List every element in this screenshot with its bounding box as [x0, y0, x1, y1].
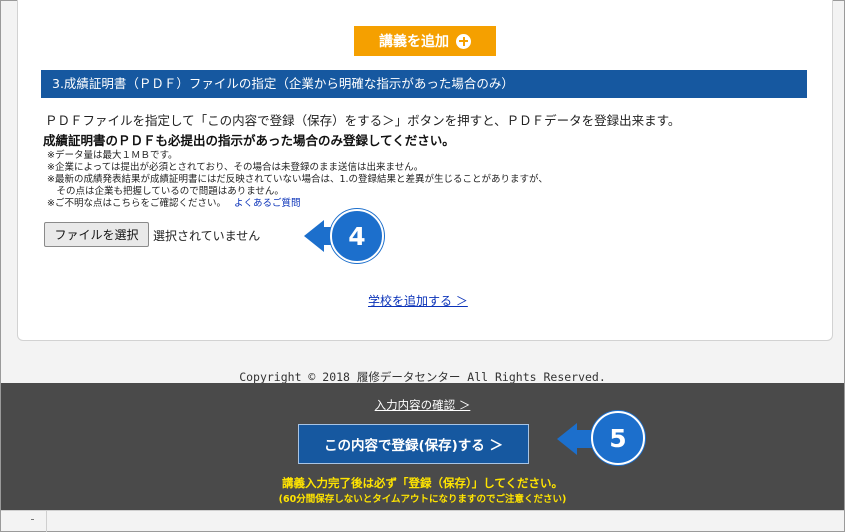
pdf-instruction-text: ＰＤＦファイルを指定して「この内容で登録（保存）をする＞」ボタンを押すと、ＰＤＦ…: [45, 113, 681, 128]
pdf-required-note: 成績証明書のＰＤＦも必提出の指示があった場合のみ登録してください。: [43, 133, 455, 148]
step-number-badge: 4: [330, 209, 384, 263]
step-4-callout: 4: [300, 208, 390, 266]
note-line: その点は企業も把握しているので問題はありません。: [47, 186, 284, 197]
note-text: ※ご不明な点はこちらをご確認ください。: [47, 198, 226, 209]
bottom-strip: [1, 510, 844, 532]
note-line: ※最新の成績発表結果が成績証明書にはだ反映されていない場合は、1.の登録結果と差…: [47, 174, 548, 185]
add-school-link[interactable]: 学校を追加する ＞: [368, 292, 468, 309]
file-status-text: 選択されていません: [153, 229, 261, 243]
timeout-warning: (60分間保存しないとタイムアウトになりますのでご注意ください): [278, 494, 567, 505]
register-save-button[interactable]: この内容で登録(保存)する ＞: [298, 424, 529, 464]
bottom-tick: [31, 519, 34, 520]
step-5-callout: 5: [555, 410, 650, 468]
bottom-divider: [46, 511, 47, 532]
faq-link[interactable]: よくあるご質問: [234, 198, 301, 209]
section-header: 3.成績証明書（ＰＤＦ）ファイルの指定（企業から明確な指示があった場合のみ）: [41, 70, 807, 98]
add-lecture-label: 講義を追加: [379, 34, 449, 50]
add-lecture-button[interactable]: 講義を追加: [354, 26, 496, 56]
note-line: ※データ量は最大１ＭＢです。: [47, 150, 178, 161]
plus-circle-icon: [456, 33, 471, 49]
note-line-with-link: ※ご不明な点はこちらをご確認ください。 よくあるご質問: [47, 198, 300, 210]
left-arrow-icon: [557, 423, 577, 455]
footer-bar: 入力内容の確認 ＞ この内容で登録(保存)する ＞ 講義入力完了後は必ず「登録（…: [1, 383, 844, 510]
confirm-input-link[interactable]: 入力内容の確認 ＞: [1, 397, 844, 413]
choose-file-button[interactable]: ファイルを選択: [44, 222, 149, 247]
save-warning: 講義入力完了後は必ず「登録（保存）」してください。: [281, 476, 564, 490]
note-line: ※企業によっては提出が必須とされており、その場合は未登録のまま送信は出来ません。: [47, 162, 424, 173]
left-arrow-icon: [304, 220, 324, 252]
step-number-badge: 5: [591, 411, 645, 465]
